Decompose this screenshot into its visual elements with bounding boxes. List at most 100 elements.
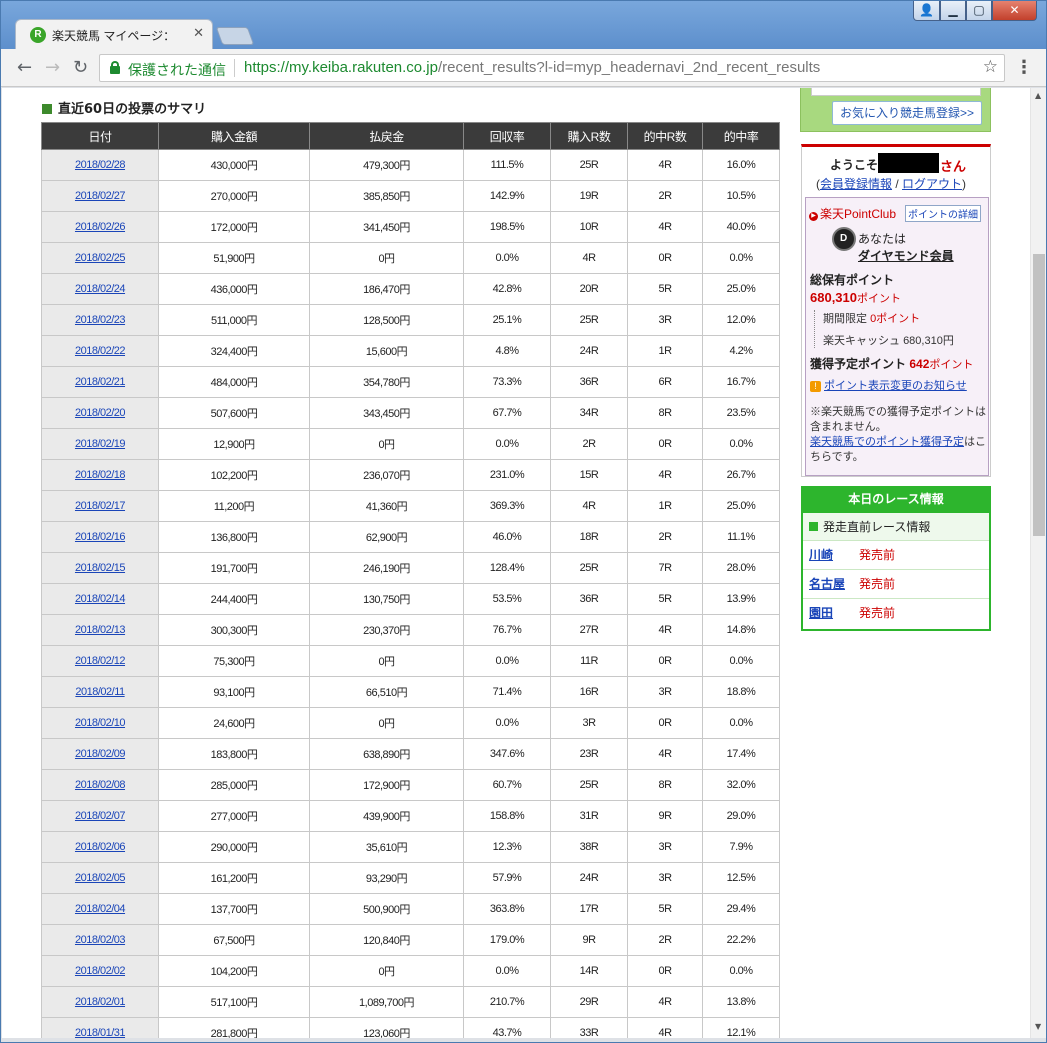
- table-cell: 111.5%: [463, 149, 551, 181]
- url-text[interactable]: https://my.keiba.rakuten.co.jp/recent_re…: [244, 59, 820, 76]
- date-link[interactable]: 2018/02/25: [75, 252, 126, 264]
- date-link[interactable]: 2018/01/31: [75, 1027, 126, 1038]
- venue-link[interactable]: 園田: [809, 599, 859, 628]
- bookmark-star-icon[interactable]: ☆: [983, 57, 998, 77]
- date-link[interactable]: 2018/02/07: [75, 810, 126, 822]
- member-info-link[interactable]: 会員登録情報: [820, 177, 892, 191]
- point-schedule-link[interactable]: 楽天競馬でのポイント獲得予定: [810, 436, 964, 448]
- table-cell: 34R: [550, 397, 628, 429]
- date-link[interactable]: 2018/02/12: [75, 655, 126, 667]
- minimize-button[interactable]: ▁: [940, 1, 966, 21]
- date-link[interactable]: 2018/02/19: [75, 438, 126, 450]
- date-cell: 2018/02/02: [41, 955, 159, 987]
- date-link[interactable]: 2018/02/16: [75, 531, 126, 543]
- scrollbar-thumb[interactable]: [1033, 254, 1045, 536]
- table-cell: 25R: [550, 552, 628, 584]
- venue-link[interactable]: 川崎: [809, 541, 859, 570]
- address-bar[interactable]: 保護された通信 https://my.keiba.rakuten.co.jp/r…: [99, 54, 1005, 82]
- scroll-up-arrow-icon[interactable]: ▲: [1035, 91, 1041, 100]
- date-link[interactable]: 2018/02/24: [75, 283, 126, 295]
- date-link[interactable]: 2018/02/15: [75, 562, 126, 574]
- point-detail-button[interactable]: ポイントの詳細: [905, 205, 981, 222]
- welcome-panel: ようこそ さん (会員登録情報 / ログアウト) ▶ 楽天PointClub ポイ…: [801, 144, 991, 477]
- maximize-button[interactable]: ▢: [966, 1, 992, 21]
- table-cell: 43.7%: [463, 1017, 551, 1038]
- date-link[interactable]: 2018/02/04: [75, 903, 126, 915]
- venue-link[interactable]: 名古屋: [809, 570, 859, 599]
- pointclub-logo[interactable]: ▶ 楽天PointClub: [809, 205, 896, 222]
- table-cell: 128.4%: [463, 552, 551, 584]
- table-cell: 0.0%: [702, 645, 780, 677]
- table-cell: 0R: [627, 955, 703, 987]
- forward-arrow-icon[interactable]: →: [45, 57, 60, 78]
- table-header-row: 日付 購入金額 払戻金 回収率 購入R数 的中R数 的中率: [41, 122, 780, 150]
- table-cell: 17R: [550, 893, 628, 925]
- date-link[interactable]: 2018/02/01: [75, 996, 126, 1008]
- table-cell: 5R: [627, 273, 703, 305]
- table-cell: 1,089,700円: [309, 986, 464, 1018]
- date-link[interactable]: 2018/02/23: [75, 314, 126, 326]
- square-bullet-icon: [809, 522, 818, 531]
- table-cell: 67.7%: [463, 397, 551, 429]
- table-cell: 0円: [309, 645, 464, 677]
- table-row: 2018/02/22 324,400円 15,600円 4.8% 24R 1R 4.2%: [41, 335, 780, 367]
- date-link[interactable]: 2018/02/06: [75, 841, 126, 853]
- table-cell: 179.0%: [463, 924, 551, 956]
- date-link[interactable]: 2018/02/18: [75, 469, 126, 481]
- date-link[interactable]: 2018/02/20: [75, 407, 126, 419]
- account-links: (会員登録情報 / ログアウト): [816, 177, 967, 191]
- point-notice-link[interactable]: ! ポイント表示変更のお知らせ: [810, 377, 967, 393]
- table-cell: 347.6%: [463, 738, 551, 770]
- logout-link[interactable]: ログアウト: [902, 177, 962, 191]
- favorite-horse-register-button[interactable]: お気に入り競走馬登録>>: [832, 101, 982, 125]
- table-cell: 32.0%: [702, 769, 780, 801]
- table-cell: 137,700円: [158, 893, 310, 925]
- column-header: 払戻金: [309, 122, 464, 150]
- table-cell: 8R: [627, 397, 703, 429]
- date-cell: 2018/02/28: [41, 149, 159, 181]
- date-link[interactable]: 2018/02/26: [75, 221, 126, 233]
- table-cell: 4R: [627, 1017, 703, 1038]
- date-link[interactable]: 2018/02/17: [75, 500, 126, 512]
- table-cell: 104,200円: [158, 955, 310, 987]
- member-rank-link[interactable]: ダイヤモンド会員: [858, 247, 954, 264]
- table-row: 2018/02/13 300,300円 230,370円 76.7% 27R 4R 14.8…: [41, 614, 780, 646]
- table-row: 2018/02/06 290,000円 35,610円 12.3% 38R 3R 7.9%: [41, 831, 780, 863]
- table-cell: 71.4%: [463, 676, 551, 708]
- new-tab-button[interactable]: [215, 27, 255, 45]
- date-link[interactable]: 2018/02/08: [75, 779, 126, 791]
- scroll-down-arrow-icon[interactable]: ▼: [1035, 1022, 1041, 1031]
- date-link[interactable]: 2018/02/10: [75, 717, 126, 729]
- close-window-button[interactable]: ✕: [992, 1, 1037, 21]
- table-cell: 76.7%: [463, 614, 551, 646]
- date-link[interactable]: 2018/02/22: [75, 345, 126, 357]
- date-link[interactable]: 2018/02/11: [75, 686, 125, 698]
- date-link[interactable]: 2018/02/02: [75, 965, 126, 977]
- date-link[interactable]: 2018/02/21: [75, 376, 126, 388]
- back-arrow-icon[interactable]: ←: [17, 57, 32, 78]
- menu-kebab-icon[interactable]: ⋮: [1015, 57, 1033, 78]
- date-link[interactable]: 2018/02/28: [75, 159, 126, 171]
- table-cell: 130,750円: [309, 583, 464, 615]
- table-cell: 369.3%: [463, 490, 551, 522]
- table-cell: 12.0%: [702, 304, 780, 336]
- points-breakdown: 期間限定 0ポイント 楽天キャッシュ 680,310円: [814, 310, 954, 348]
- table-cell: 11,200円: [158, 490, 310, 522]
- date-link[interactable]: 2018/02/05: [75, 872, 126, 884]
- table-cell: 36R: [550, 583, 628, 615]
- table-cell: 4R: [550, 242, 628, 274]
- note-text: ※楽天競馬での獲得予定ポイントは含まれません。: [810, 406, 986, 433]
- reload-icon[interactable]: ↻: [73, 57, 88, 78]
- date-link[interactable]: 2018/02/03: [75, 934, 126, 946]
- date-link[interactable]: 2018/02/09: [75, 748, 126, 760]
- profile-icon[interactable]: 👤: [913, 1, 940, 21]
- table-cell: 172,000円: [158, 211, 310, 243]
- date-link[interactable]: 2018/02/13: [75, 624, 126, 636]
- tab-close-icon[interactable]: ✕: [193, 26, 204, 41]
- date-link[interactable]: 2018/02/14: [75, 593, 126, 605]
- date-cell: 2018/02/24: [41, 273, 159, 305]
- vertical-scrollbar[interactable]: ▲ ▼: [1030, 88, 1046, 1038]
- date-link[interactable]: 2018/02/27: [75, 190, 126, 202]
- browser-tab[interactable]: R 楽天競馬 マイページ： ✕: [15, 19, 213, 49]
- table-cell: 28.0%: [702, 552, 780, 584]
